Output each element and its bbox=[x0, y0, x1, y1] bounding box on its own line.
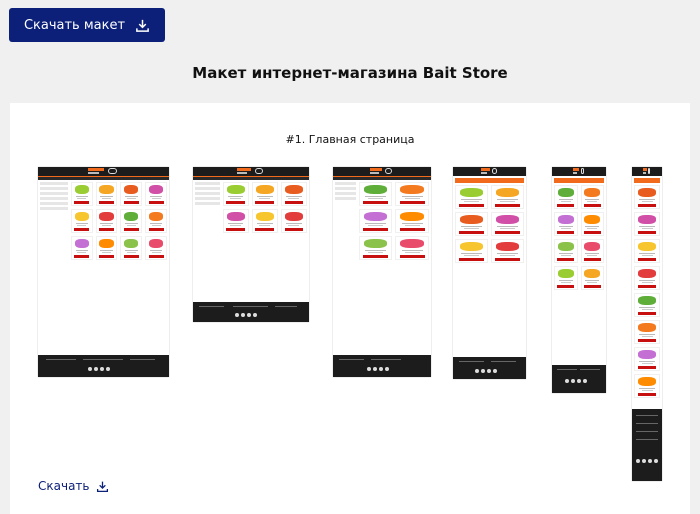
thumbnail-desktop-medium[interactable] bbox=[193, 167, 309, 322]
product-card-thumb bbox=[455, 239, 488, 263]
bait-store-logo bbox=[572, 168, 585, 175]
thumbnail-laptop[interactable] bbox=[333, 167, 431, 377]
bait-store-logo bbox=[643, 168, 650, 175]
product-card-thumb bbox=[580, 266, 604, 290]
product-card-thumb bbox=[120, 236, 143, 260]
product-card-thumb bbox=[358, 209, 393, 233]
download-icon bbox=[96, 481, 108, 492]
product-card-thumb bbox=[95, 209, 118, 233]
section-title: #1. Главная страница bbox=[285, 133, 415, 146]
download-link[interactable]: Скачать bbox=[38, 479, 109, 493]
bait-store-logo bbox=[480, 168, 497, 175]
product-card-thumb bbox=[70, 209, 93, 233]
product-card-thumb bbox=[634, 212, 660, 236]
product-card-thumb bbox=[554, 212, 578, 236]
product-card-thumb bbox=[634, 347, 660, 371]
download-mockup-label: Скачать макет bbox=[23, 17, 126, 33]
product-card-thumb bbox=[455, 212, 488, 236]
thumbnail-desktop-large[interactable] bbox=[38, 167, 169, 377]
product-card-thumb bbox=[634, 374, 660, 398]
product-card-thumb bbox=[634, 239, 660, 263]
thumbnail-tablet[interactable] bbox=[453, 167, 526, 379]
product-card-thumb bbox=[145, 236, 167, 260]
bait-store-logo bbox=[87, 168, 117, 175]
page-title: Макет интернет-магазина Bait Store bbox=[192, 64, 508, 82]
thumbnail-mobile-large[interactable] bbox=[552, 167, 606, 393]
product-card-thumb bbox=[222, 182, 249, 206]
download-icon bbox=[136, 19, 149, 32]
product-card-thumb bbox=[120, 209, 143, 233]
product-card-thumb bbox=[251, 182, 278, 206]
product-card-thumb bbox=[358, 236, 393, 260]
product-card-thumb bbox=[634, 320, 660, 344]
product-card-thumb bbox=[145, 209, 167, 233]
product-card-thumb bbox=[70, 236, 93, 260]
product-card-thumb bbox=[455, 185, 488, 209]
product-card-thumb bbox=[580, 212, 604, 236]
product-card-thumb bbox=[395, 182, 429, 206]
product-card-thumb bbox=[395, 209, 429, 233]
product-card-thumb bbox=[280, 209, 307, 233]
mockup-card: #1. Главная страница Скачать bbox=[10, 103, 690, 514]
product-card-thumb bbox=[395, 236, 429, 260]
product-card-thumb bbox=[634, 185, 660, 209]
product-card-thumb bbox=[634, 266, 660, 290]
bait-store-logo bbox=[237, 168, 263, 175]
bait-store-logo bbox=[370, 168, 392, 175]
product-card-thumb bbox=[280, 182, 307, 206]
product-card-thumb bbox=[120, 182, 143, 206]
product-card-thumb bbox=[222, 209, 249, 233]
product-card-thumb bbox=[358, 182, 393, 206]
thumbnail-mobile-small[interactable] bbox=[632, 167, 662, 481]
product-card-thumb bbox=[145, 182, 167, 206]
product-card-thumb bbox=[580, 185, 604, 209]
product-card-thumb bbox=[491, 239, 524, 263]
product-card-thumb bbox=[251, 209, 278, 233]
product-card-thumb bbox=[491, 212, 524, 236]
product-card-thumb bbox=[634, 293, 660, 317]
download-link-label: Скачать bbox=[38, 479, 90, 493]
product-card-thumb bbox=[95, 236, 118, 260]
product-card-thumb bbox=[554, 239, 578, 263]
product-card-thumb bbox=[580, 239, 604, 263]
product-card-thumb bbox=[554, 185, 578, 209]
product-card-thumb bbox=[554, 266, 578, 290]
product-card-thumb bbox=[95, 182, 118, 206]
download-mockup-button[interactable]: Скачать макет bbox=[9, 8, 165, 42]
product-card-thumb bbox=[70, 182, 93, 206]
product-card-thumb bbox=[491, 185, 524, 209]
